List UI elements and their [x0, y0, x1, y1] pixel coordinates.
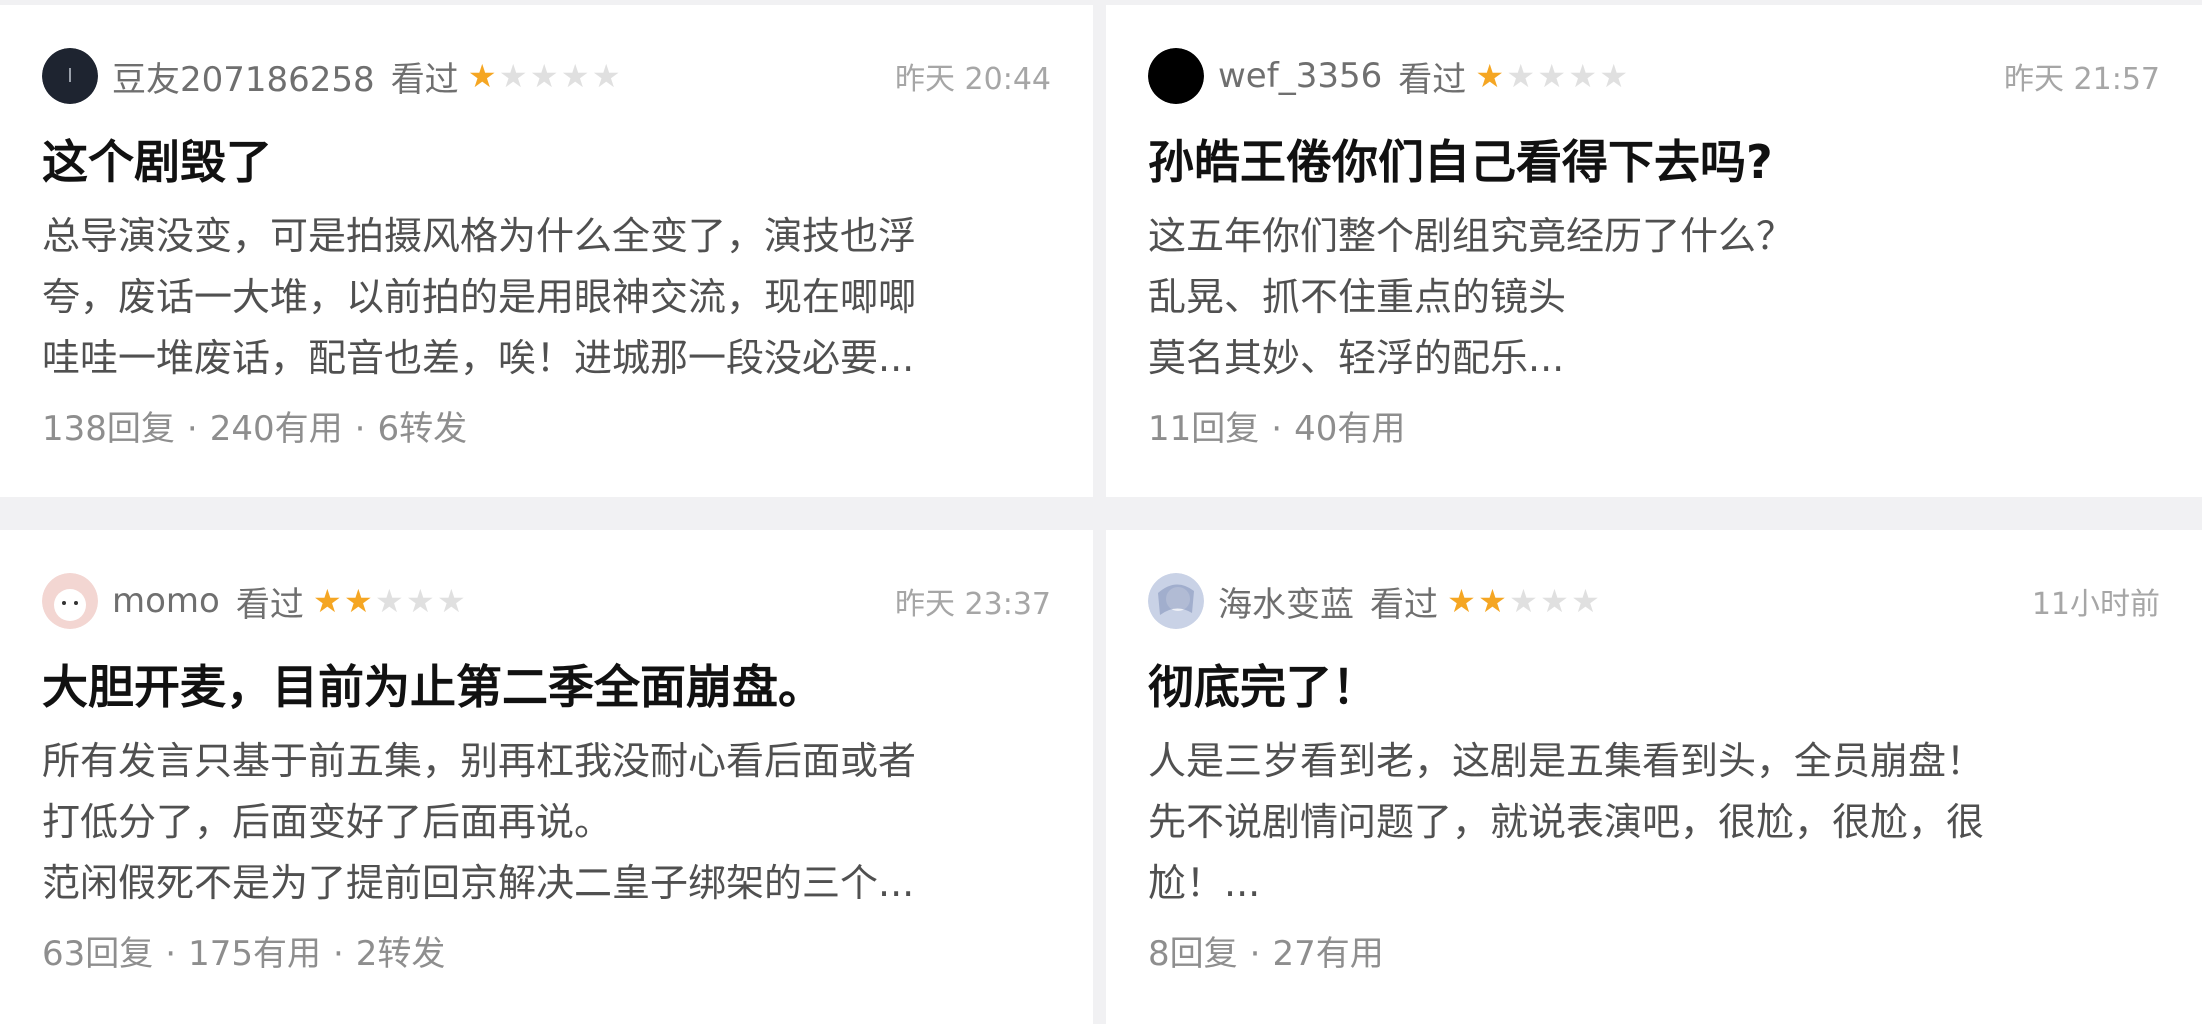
review-card[interactable]: wef_3356 看过 ★ ★ ★ ★ ★ 昨天 21:57 孙皓王倦你们自己看得下去吗… [1106, 5, 2202, 497]
star-icon: ★ [1540, 582, 1569, 620]
review-time: 昨天 20:44 [895, 62, 1051, 97]
rating-stars: ★ ★ ★ ★ ★ [312, 585, 467, 617]
separator-dot: · [354, 409, 366, 449]
user-avatar[interactable] [42, 48, 98, 104]
review-header: 海水变蓝 看过 ★ ★ ★ ★ ★ 11小时前 [1148, 573, 2160, 629]
watched-status: 看过 [1370, 584, 1438, 625]
stat-item[interactable]: 8回复 [1148, 934, 1238, 974]
review-text-line: 哇哇一堆废话，配音也差，唉！进城那一段没必要... [42, 336, 915, 380]
stat-item[interactable]: 240有用 [210, 409, 343, 449]
rating-stars: ★ ★ ★ ★ ★ [1446, 585, 1601, 617]
star-icon: ★ [1568, 57, 1598, 95]
review-text-line: 范闲假死不是为了提前回京解决二皇子绑架的三个... [42, 861, 915, 905]
review-time: 11小时前 [2031, 587, 2160, 622]
review-stats: 11回复 · 40有用 [1148, 401, 2160, 450]
review-body[interactable]: 所有发言只基于前五集，别再杠我没耐心看后面或者 打低分了，后面变好了后面再说。范闲… [42, 731, 1051, 914]
stat-item[interactable]: 175有用 [188, 934, 321, 974]
star-icon: ★ [437, 582, 466, 620]
star-icon: ★ [1475, 57, 1505, 95]
stat-item[interactable]: 11回复 [1148, 409, 1259, 449]
review-text-line: 总导演没变，可是拍摄风格为什么全变了，演技也浮 [42, 214, 917, 258]
star-icon: ★ [560, 57, 590, 95]
review-text-line: 人是三岁看到老，这剧是五集看到头，全员崩盘！ [1148, 739, 1985, 783]
review-card[interactable]: 海水变蓝 看过 ★ ★ ★ ★ ★ 11小时前 彻底完了！ 人是三岁看到老，这剧是五集看… [1106, 530, 2202, 1024]
review-body[interactable]: 总导演没变，可是拍摄风格为什么全变了，演技也浮 夸，废话一大堆，以前拍的是用眼神交… [42, 206, 1051, 389]
user-avatar[interactable] [1148, 573, 1204, 629]
star-icon: ★ [1447, 582, 1476, 620]
review-header: wef_3356 看过 ★ ★ ★ ★ ★ 昨天 21:57 [1148, 48, 2160, 104]
user-avatar[interactable] [1148, 48, 1204, 104]
review-text-line: 尬！... [1148, 861, 1261, 905]
review-time: 昨天 21:57 [2004, 62, 2160, 97]
review-text-line: 所有发言只基于前五集，别再杠我没耐心看后面或者 [42, 739, 917, 783]
star-icon: ★ [1509, 582, 1538, 620]
username[interactable]: wef_3356 [1218, 56, 1382, 96]
review-header: momo 看过 ★ ★ ★ ★ ★ 昨天 23:37 [42, 573, 1051, 629]
review-title[interactable]: 这个剧毁了 [42, 132, 1051, 192]
watched-status: 看过 [1398, 59, 1467, 100]
username[interactable]: 海水变蓝 [1218, 577, 1354, 626]
rating-stars: ★ ★ ★ ★ ★ [467, 60, 622, 92]
review-text-line: 夸，废话一大堆，以前拍的是用眼神交流，现在唧唧 [42, 275, 917, 319]
star-icon: ★ [313, 582, 342, 620]
separator-dot: · [332, 934, 344, 974]
review-stats: 138回复 · 240有用 · 6转发 [42, 401, 1051, 450]
stat-item[interactable]: 138回复 [42, 409, 175, 449]
star-icon: ★ [529, 57, 559, 95]
separator-dot: · [186, 409, 198, 449]
review-header: 豆友207186258 看过 ★ ★ ★ ★ ★ 昨天 20:44 [42, 48, 1051, 104]
review-text-line: 这五年你们整个剧组究竟经历了什么？ [1148, 214, 1795, 258]
review-card[interactable]: 豆友207186258 看过 ★ ★ ★ ★ ★ 昨天 20:44 这个剧毁了 总导演没… [0, 5, 1093, 497]
rating-stars: ★ ★ ★ ★ ★ [1474, 60, 1629, 92]
review-text-line: 莫名其妙、轻浮的配乐... [1148, 336, 1565, 380]
watched-status: 看过 [235, 584, 304, 625]
separator-dot: · [1271, 409, 1283, 449]
username[interactable]: momo [112, 581, 220, 621]
review-text-line: 乱晃、抓不住重点的镜头 [1148, 275, 1567, 319]
review-stats: 63回复 · 175有用 · 2转发 [42, 926, 1051, 975]
review-body[interactable]: 人是三岁看到老，这剧是五集看到头，全员崩盘！ 先不说剧情问题了，就说表演吧，很尬，… [1148, 731, 2160, 914]
username[interactable]: 豆友207186258 [112, 52, 375, 101]
star-icon: ★ [467, 57, 497, 95]
review-grid: 豆友207186258 看过 ★ ★ ★ ★ ★ 昨天 20:44 这个剧毁了 总导演没… [0, 0, 2202, 1024]
star-icon: ★ [1478, 582, 1507, 620]
star-icon: ★ [1599, 57, 1629, 95]
star-icon: ★ [1537, 57, 1567, 95]
separator-dot: · [165, 934, 177, 974]
review-title[interactable]: 彻底完了！ [1148, 657, 2160, 717]
review-card[interactable]: momo 看过 ★ ★ ★ ★ ★ 昨天 23:37 大胆开麦，目前为止第二季全面崩盘。… [0, 530, 1093, 1024]
review-text-line: 先不说剧情问题了，就说表演吧，很尬，很尬，很 [1148, 800, 1985, 844]
review-stats: 8回复 · 27有用 [1148, 926, 2160, 975]
stat-item[interactable]: 6转发 [377, 409, 467, 449]
star-icon: ★ [1506, 57, 1536, 95]
review-text-line: 打低分了，后面变好了后面再说。 [42, 800, 613, 844]
separator-dot: · [1249, 934, 1261, 974]
stat-item[interactable]: 63回复 [42, 934, 153, 974]
star-icon: ★ [375, 582, 404, 620]
stat-item[interactable]: 27有用 [1272, 934, 1383, 974]
star-icon: ★ [344, 582, 373, 620]
star-icon: ★ [591, 57, 621, 95]
star-icon: ★ [1571, 582, 1600, 620]
stat-item[interactable]: 2转发 [356, 934, 446, 974]
user-avatar[interactable] [42, 573, 98, 629]
review-title[interactable]: 孙皓王倦你们自己看得下去吗? [1148, 132, 2160, 192]
review-title[interactable]: 大胆开麦，目前为止第二季全面崩盘。 [42, 657, 1051, 717]
star-icon: ★ [406, 582, 435, 620]
review-time: 昨天 23:37 [895, 587, 1051, 622]
star-icon: ★ [498, 57, 528, 95]
stat-item[interactable]: 40有用 [1294, 409, 1405, 449]
review-body[interactable]: 这五年你们整个剧组究竟经历了什么？ 乱晃、抓不住重点的镜头 莫名其妙、轻浮的配乐..… [1148, 206, 2160, 389]
watched-status: 看过 [390, 59, 459, 100]
